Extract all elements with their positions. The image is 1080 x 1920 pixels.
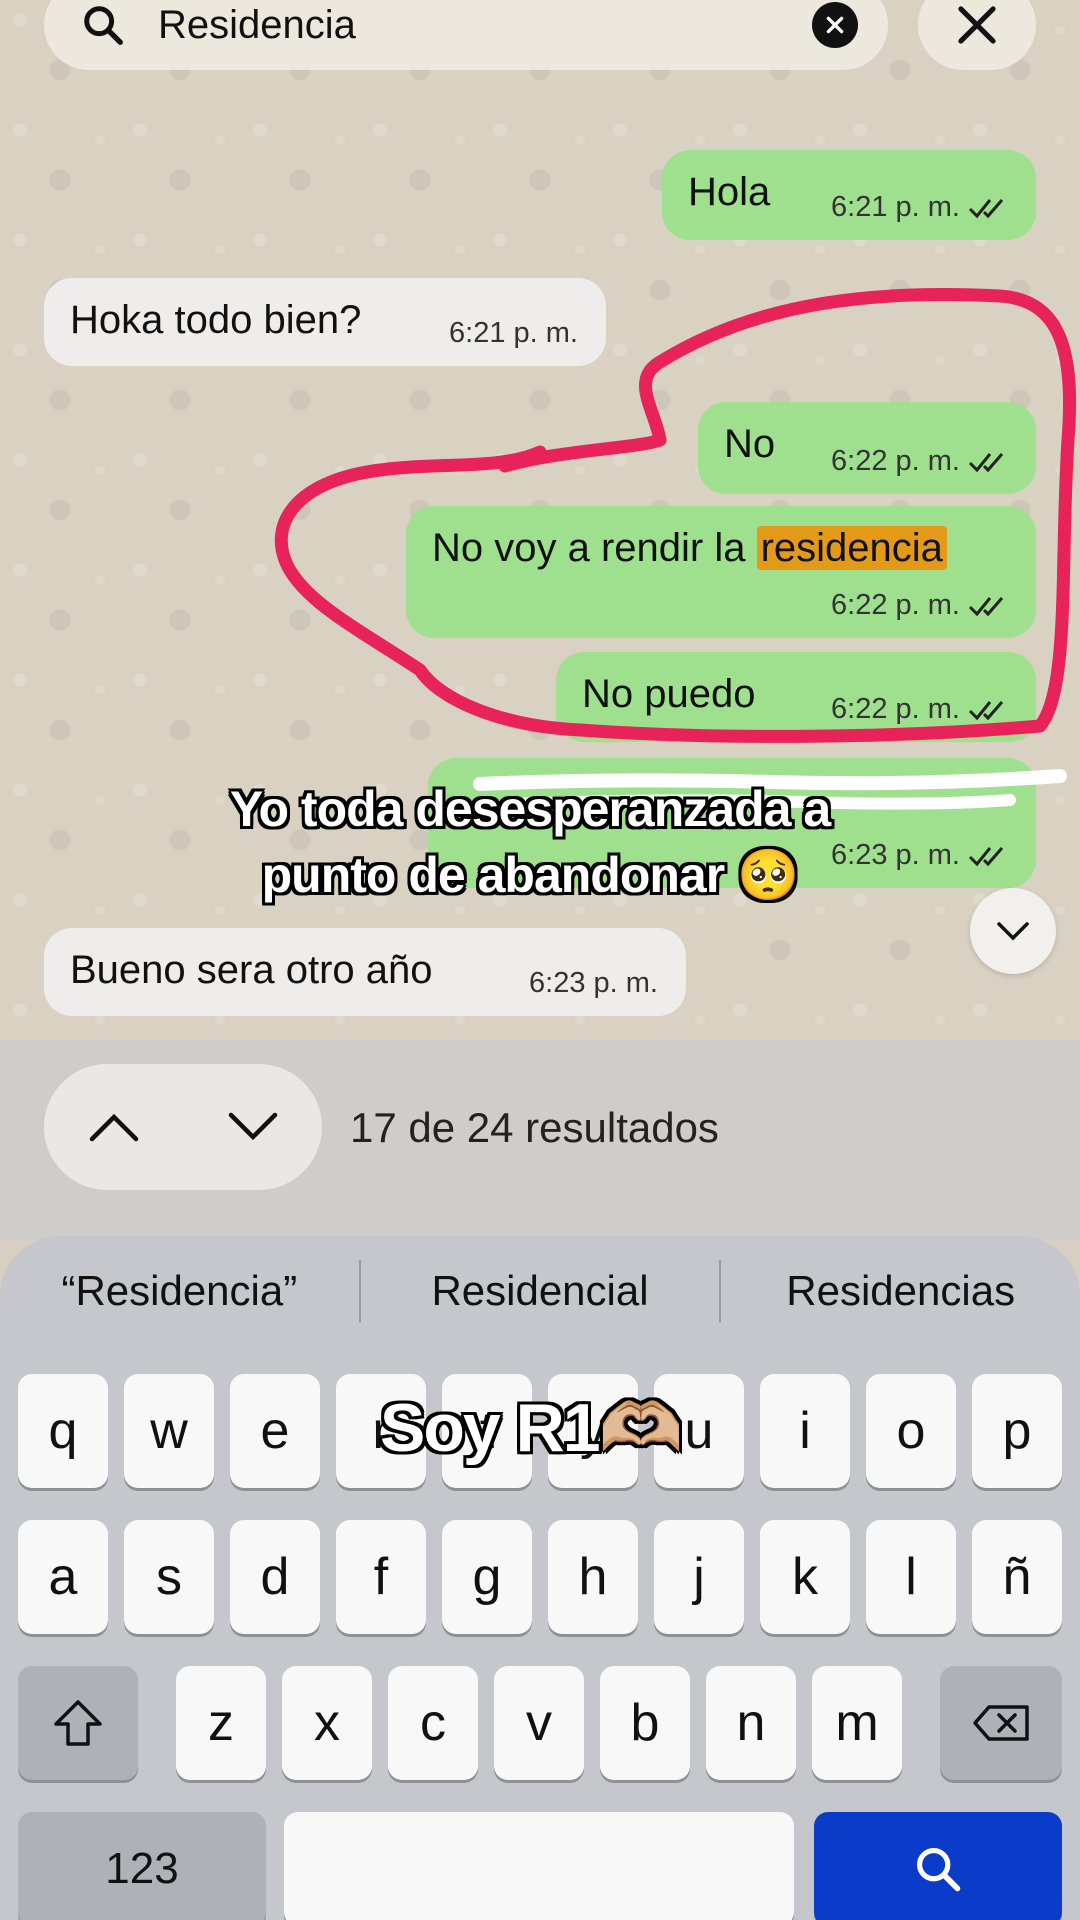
key-s[interactable]: s — [124, 1520, 214, 1634]
backspace-icon — [973, 1705, 1029, 1741]
key-v[interactable]: v — [494, 1666, 584, 1780]
key-n[interactable]: n — [706, 1666, 796, 1780]
key-d[interactable]: d — [230, 1520, 320, 1634]
key-x[interactable]: x — [282, 1666, 372, 1780]
search-results-bar: 17 de 24 resultados — [0, 1040, 1080, 1240]
search-key[interactable] — [814, 1812, 1062, 1920]
key-f[interactable]: f — [336, 1520, 426, 1634]
shift-icon — [54, 1700, 102, 1746]
shift-key[interactable] — [18, 1666, 138, 1780]
next-result-icon[interactable] — [227, 1111, 279, 1143]
key-l[interactable]: l — [866, 1520, 956, 1634]
key-q[interactable]: q — [18, 1374, 108, 1488]
numbers-key[interactable]: 123 — [18, 1812, 266, 1920]
space-key[interactable] — [284, 1812, 794, 1920]
key-o[interactable]: o — [866, 1374, 956, 1488]
video-caption: Yo toda desesperanzada a punto de abando… — [229, 781, 831, 903]
search-icon — [916, 1847, 961, 1892]
previous-result-icon[interactable] — [88, 1111, 140, 1143]
key-p[interactable]: p — [972, 1374, 1062, 1488]
key-a[interactable]: a — [18, 1520, 108, 1634]
scroll-down-button[interactable] — [970, 888, 1056, 974]
key-w[interactable]: w — [124, 1374, 214, 1488]
chevron-down-icon — [997, 922, 1029, 941]
results-count: 17 de 24 resultados — [350, 1104, 719, 1151]
key-k[interactable]: k — [760, 1520, 850, 1634]
chat-area: Residencia Hola 6:21 p. m. Hoka todo bie… — [0, 0, 1080, 1040]
key-m[interactable]: m — [812, 1666, 902, 1780]
result-nav — [44, 1064, 322, 1190]
key-c[interactable]: c — [388, 1666, 478, 1780]
backspace-key[interactable] — [940, 1666, 1062, 1780]
suggestion[interactable]: Residencias — [721, 1267, 1080, 1315]
key-z[interactable]: z — [176, 1666, 266, 1780]
key-b[interactable]: b — [600, 1666, 690, 1780]
video-caption-keyboard: Soy R1🫶🏼 — [380, 1390, 683, 1466]
key-e[interactable]: e — [230, 1374, 320, 1488]
suggestion[interactable]: “Residencia” — [0, 1267, 359, 1315]
key-i[interactable]: i — [760, 1374, 850, 1488]
key-j[interactable]: j — [654, 1520, 744, 1634]
keyboard: “Residencia” Residencial Residencias q w… — [0, 1236, 1080, 1920]
key-enye[interactable]: ñ — [972, 1520, 1062, 1634]
key-g[interactable]: g — [442, 1520, 532, 1634]
suggestion[interactable]: Residencial — [361, 1267, 720, 1315]
suggestion-bar: “Residencia” Residencial Residencias — [0, 1236, 1080, 1346]
key-h[interactable]: h — [548, 1520, 638, 1634]
